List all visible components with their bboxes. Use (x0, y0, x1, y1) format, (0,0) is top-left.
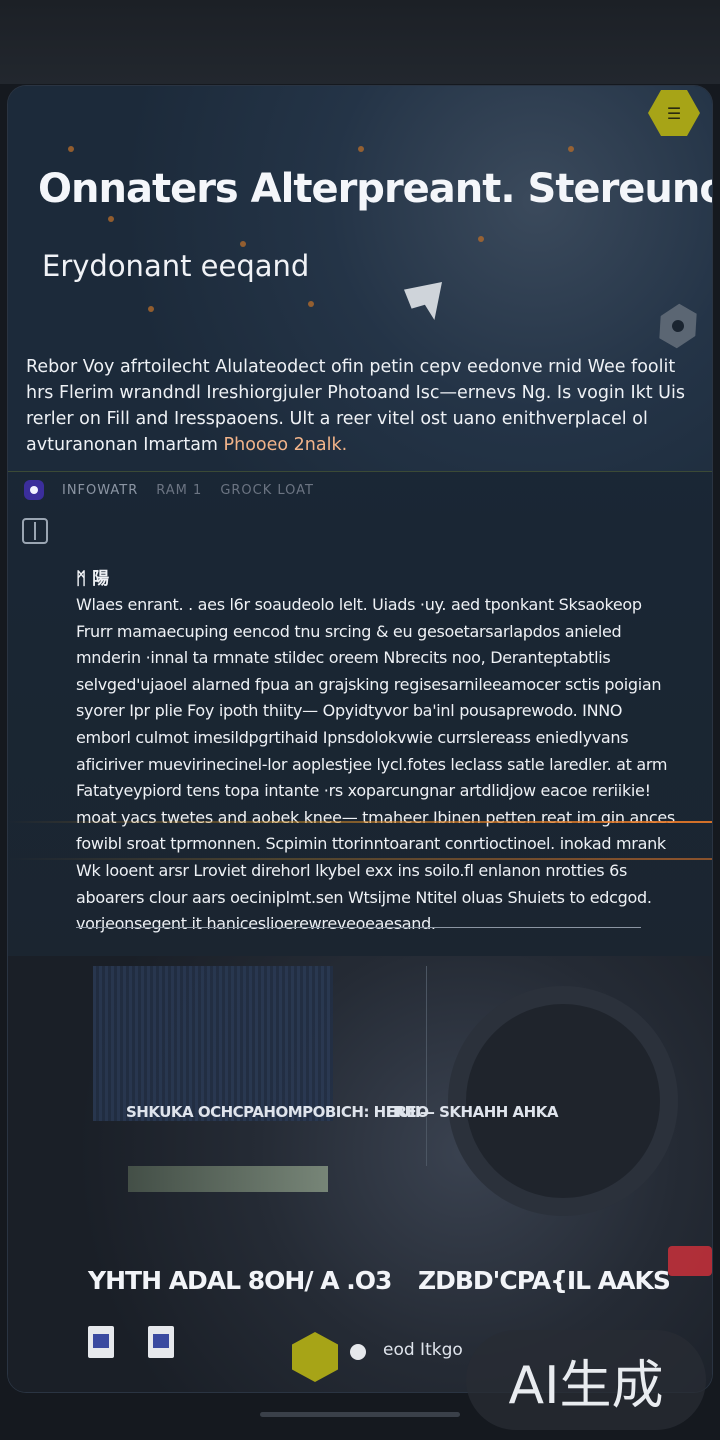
toolbar: INFOWATR RAM 1 GROCK LOAT (24, 476, 704, 504)
warning-icon[interactable] (668, 1246, 712, 1276)
section-divider (8, 471, 712, 472)
wheel-image (448, 986, 678, 1216)
gallery-footer-text: eod Itkgo (383, 1340, 463, 1360)
gallery-price-left: YHTH ADAL 8OH/ A .O3 (88, 1266, 392, 1295)
gallery-chip (128, 1166, 328, 1192)
hero-description-text: Rebor Voy afrtoilecht Alulateodect ofin … (26, 357, 685, 455)
book-icon[interactable] (22, 518, 48, 544)
article-body: Wlaes enrant. . aes l6r soaudeolo lelt. … (76, 595, 675, 934)
page-subtitle: Erydonant eeqand (42, 249, 310, 283)
hero-section: ☰ Onnaters Alterpreant. Stereunordend Er… (8, 86, 712, 471)
gallery-label-right: HUII— SKHAHH AHKA (386, 1103, 558, 1121)
toolbar-chip[interactable]: INFOWATR (62, 483, 138, 498)
toolbar-chip-3[interactable]: GROCK LOAT (220, 483, 314, 498)
hero-description: Rebor Voy afrtoilecht Alulateodect ofin … (26, 354, 702, 458)
record-toggle-icon[interactable] (24, 480, 44, 500)
home-indicator[interactable] (260, 1412, 460, 1417)
hero-description-highlight[interactable]: Phooeo 2nalk. (224, 435, 348, 455)
article-rule (76, 927, 641, 928)
hex-badge-icon[interactable] (292, 1332, 338, 1382)
bullet-icon (350, 1344, 366, 1360)
settings-nut-icon[interactable] (651, 299, 706, 354)
gallery-label-left: SHKUKA OCHCPAHOMPOBICH: HEREO (126, 1103, 429, 1121)
pin-icon (404, 282, 442, 320)
badge-hex-icon[interactable]: ☰ (648, 90, 700, 136)
document-icon[interactable] (148, 1326, 174, 1358)
content-card: ☰ Onnaters Alterpreant. Stereunordend Er… (8, 86, 712, 1392)
document-icon[interactable] (88, 1326, 114, 1358)
gallery-price-right: ZDBD'CPA{IL AAKS (418, 1266, 671, 1295)
toolbar-chip-2[interactable]: RAM 1 (156, 483, 202, 498)
panel-divider (426, 966, 427, 1166)
article-heading: ᛗ 陽 (76, 569, 110, 589)
page-title: Onnaters Alterpreant. Stereunordend (38, 166, 712, 212)
panel-thumbnail[interactable] (93, 966, 333, 1121)
accent-line (8, 821, 712, 823)
ai-watermark: AI生成 (466, 1330, 706, 1430)
status-backdrop (0, 0, 720, 84)
gallery-section: SHKUKA OCHCPAHOMPOBICH: HEREO HUII— SKHA… (8, 956, 712, 1392)
accent-line (8, 858, 712, 860)
